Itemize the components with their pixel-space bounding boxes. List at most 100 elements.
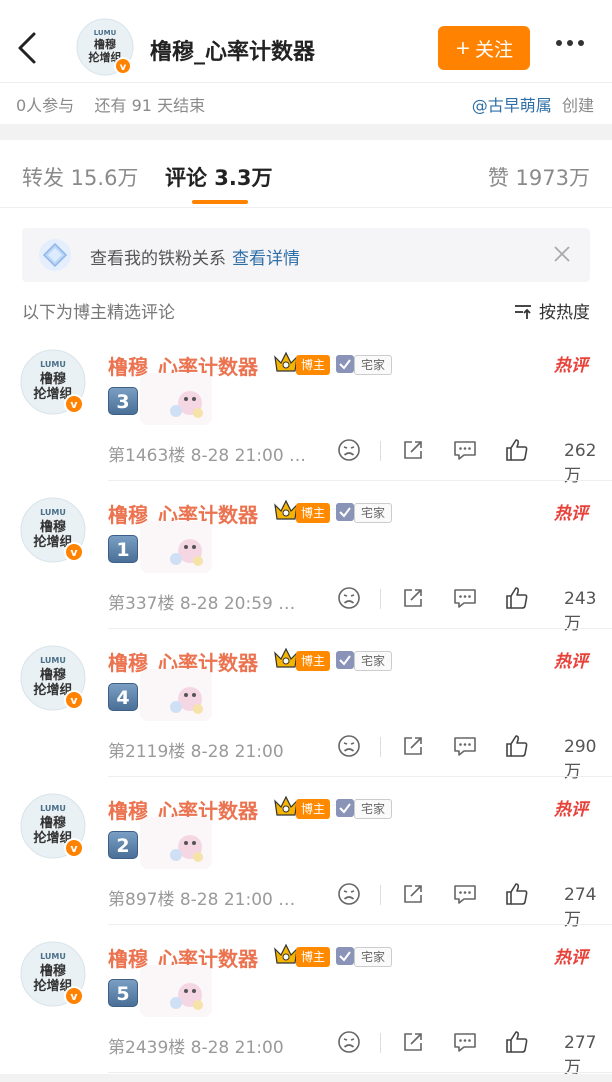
svg-text:v: v xyxy=(70,694,78,707)
selected-comments-label: 以下为博主精选评论 xyxy=(22,303,175,323)
section-gap xyxy=(0,124,612,140)
commenter-avatar[interactable]: LUMU 橹穆 抡增组 v xyxy=(20,497,86,563)
share-icon[interactable] xyxy=(400,733,426,759)
verified-check-icon xyxy=(336,651,354,669)
commenter-avatar[interactable]: LUMU 橹穆 抡增组 v xyxy=(20,349,86,415)
hot-comment-badge: 热评 xyxy=(554,356,588,376)
home-badge: 宅家 xyxy=(354,799,393,819)
author-badge: 博主 xyxy=(296,651,331,671)
comment-item[interactable]: LUMU 橹穆 抡增组 v 橹穆_心率计数器 博主 宅家 热评 4 第2119楼… xyxy=(0,629,612,782)
reply-icon[interactable] xyxy=(452,585,478,611)
reply-icon[interactable] xyxy=(452,733,478,759)
creator-info: @古早萌属 创建 xyxy=(472,92,594,116)
home-badge: 宅家 xyxy=(354,947,393,967)
svg-text:LUMU: LUMU xyxy=(40,508,66,517)
sticker-image xyxy=(140,521,212,573)
dislike-face-icon[interactable] xyxy=(336,881,362,907)
action-divider xyxy=(380,1033,381,1053)
comment-divider xyxy=(108,1072,612,1073)
close-icon[interactable] xyxy=(550,242,574,266)
action-divider xyxy=(380,885,381,905)
svg-text:LUMU: LUMU xyxy=(40,360,66,369)
time-left: 还有 91 天结束 xyxy=(94,96,206,115)
view-details-link[interactable]: 查看详情 xyxy=(232,249,300,269)
fan-relation-banner[interactable]: 查看我的铁粉关系 查看详情 xyxy=(22,228,590,282)
author-badge: 博主 xyxy=(296,799,331,819)
share-icon[interactable] xyxy=(400,1029,426,1055)
tab-reposts[interactable]: 转发 15.6万 xyxy=(22,162,138,192)
creator-link[interactable]: @古早萌属 xyxy=(472,96,552,115)
comment-meta: 第1463楼 8-28 21:00 … xyxy=(108,446,307,466)
action-divider xyxy=(380,737,381,757)
share-icon[interactable] xyxy=(400,881,426,907)
follow-button[interactable]: + 关注 xyxy=(438,26,530,70)
commenter-avatar[interactable]: LUMU 橹穆 抡增组 v xyxy=(20,793,86,859)
more-options-icon[interactable] xyxy=(556,40,584,46)
svg-text:橹穆: 橹穆 xyxy=(40,519,66,535)
tab-bar: 转发 15.6万 评论 3.3万 赞 1973万 xyxy=(0,140,612,208)
follow-label: 关注 xyxy=(474,38,513,61)
number-emoji: 4 xyxy=(108,683,138,711)
topic-avatar[interactable]: LUMU 橹穆 抡增组 v xyxy=(76,18,134,76)
participants-count: 0人参与 xyxy=(16,96,75,115)
commenter-avatar[interactable]: LUMU 橹穆 抡增组 v xyxy=(20,941,86,1007)
verified-check-icon xyxy=(336,799,354,817)
home-badge: 宅家 xyxy=(354,651,393,671)
comment-item[interactable]: LUMU 橹穆 抡增组 v 橹穆_心率计数器 博主 宅家 热评 5 第2439楼… xyxy=(0,925,612,1078)
tab-likes[interactable]: 赞 1973万 xyxy=(488,162,590,192)
topic-info-bar: 0人参与 还有 91 天结束 @古早萌属 创建 xyxy=(0,82,612,122)
svg-text:v: v xyxy=(70,546,78,559)
comment-item[interactable]: LUMU 橹穆 抡增组 v 橹穆_心率计数器 博主 宅家 热评 3 第1463楼… xyxy=(0,333,612,486)
svg-text:橹穆: 橹穆 xyxy=(40,963,66,979)
svg-text:LUMU: LUMU xyxy=(40,952,66,961)
dislike-face-icon[interactable] xyxy=(336,437,362,463)
number-emoji: 1 xyxy=(108,535,138,563)
svg-text:橹穆: 橹穆 xyxy=(40,815,66,831)
number-emoji: 5 xyxy=(108,979,138,1007)
like-icon[interactable] xyxy=(504,585,530,611)
like-icon[interactable] xyxy=(504,733,530,759)
bottom-divider xyxy=(0,1074,612,1082)
hot-comment-badge: 热评 xyxy=(554,504,588,524)
svg-text:橹穆: 橹穆 xyxy=(40,371,66,387)
active-tab-indicator xyxy=(192,200,248,204)
fan-banner-label: 查看我的铁粉关系 xyxy=(90,249,226,269)
hot-comment-badge: 热评 xyxy=(554,652,588,672)
comment-item[interactable]: LUMU 橹穆 抡增组 v 橹穆_心率计数器 博主 宅家 热评 2 第897楼 … xyxy=(0,777,612,930)
action-divider xyxy=(380,589,381,609)
svg-text:v: v xyxy=(120,62,127,73)
back-arrow-icon[interactable] xyxy=(14,30,42,66)
sort-button[interactable]: 按热度 xyxy=(513,298,590,323)
svg-text:v: v xyxy=(70,990,78,1003)
svg-text:LUMU: LUMU xyxy=(40,804,66,813)
svg-text:v: v xyxy=(70,398,78,411)
hot-comment-badge: 热评 xyxy=(554,948,588,968)
comment-meta: 第337楼 8-28 20:59 … xyxy=(108,594,296,614)
top-bar: LUMU 橹穆 抡增组 v 橹穆_心率计数器 + 关注 xyxy=(0,0,612,82)
like-icon[interactable] xyxy=(504,1029,530,1055)
sort-label: 按热度 xyxy=(539,303,590,323)
comment-item[interactable]: LUMU 橹穆 抡增组 v 橹穆_心率计数器 博主 宅家 热评 1 第337楼 … xyxy=(0,481,612,634)
like-icon[interactable] xyxy=(504,881,530,907)
svg-text:LUMU: LUMU xyxy=(40,656,66,665)
topic-stats: 0人参与 还有 91 天结束 xyxy=(16,92,205,116)
reply-icon[interactable] xyxy=(452,1029,478,1055)
like-icon[interactable] xyxy=(504,437,530,463)
tab-comments[interactable]: 评论 3.3万 xyxy=(165,162,273,192)
dislike-face-icon[interactable] xyxy=(336,733,362,759)
share-icon[interactable] xyxy=(400,585,426,611)
author-badge: 博主 xyxy=(296,355,331,375)
reply-icon[interactable] xyxy=(452,437,478,463)
commenter-avatar[interactable]: LUMU 橹穆 抡增组 v xyxy=(20,645,86,711)
number-emoji: 3 xyxy=(108,387,138,415)
reply-icon[interactable] xyxy=(452,881,478,907)
dislike-face-icon[interactable] xyxy=(336,1029,362,1055)
action-divider xyxy=(380,441,381,461)
comment-meta: 第2119楼 8-28 21:00 xyxy=(108,742,284,762)
plus-icon: + xyxy=(455,37,471,59)
share-icon[interactable] xyxy=(400,437,426,463)
dislike-face-icon[interactable] xyxy=(336,585,362,611)
home-badge: 宅家 xyxy=(354,355,393,375)
comment-meta: 第897楼 8-28 21:00 … xyxy=(108,890,296,910)
diamond-icon xyxy=(39,239,71,271)
